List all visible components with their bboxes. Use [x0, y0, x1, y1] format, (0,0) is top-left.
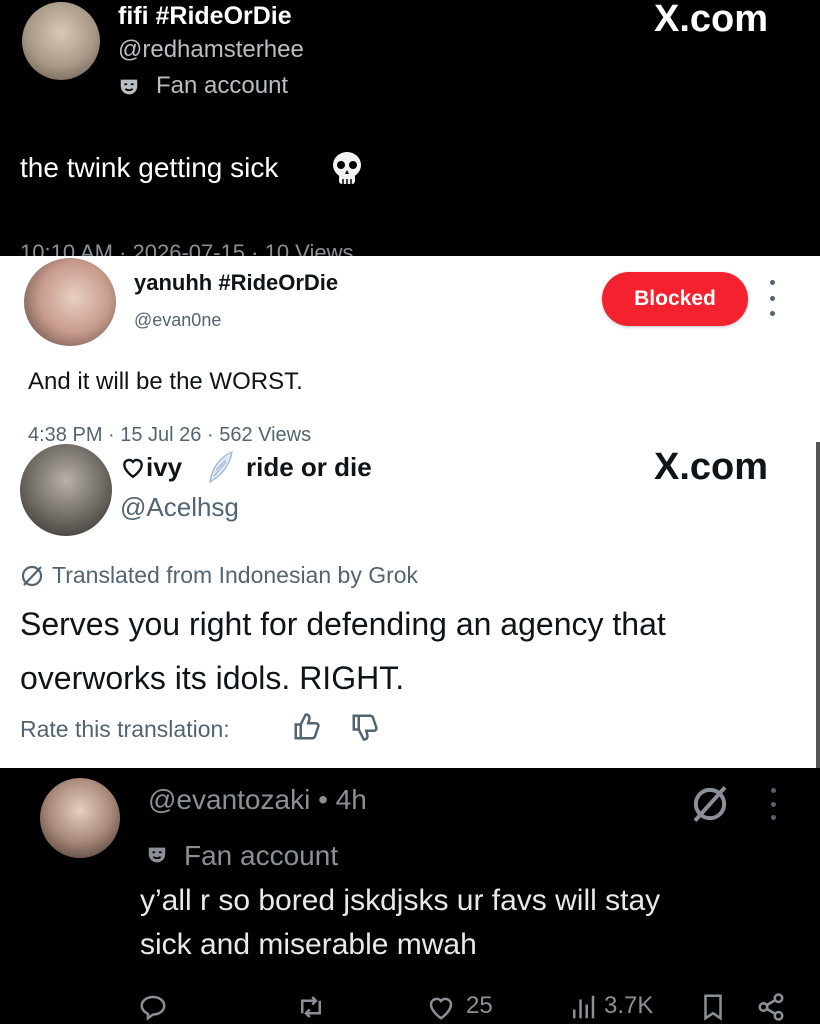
reply-icon[interactable]: [138, 992, 168, 1022]
tweet-meta: 10:10 AM · 2026-07-15 · 10 Views: [20, 240, 354, 256]
views-icon[interactable]: [568, 992, 598, 1022]
skull-emoji-icon: [333, 152, 361, 184]
more-options-icon[interactable]: [764, 280, 780, 316]
like-icon[interactable]: [426, 992, 456, 1022]
user-handle[interactable]: @Acelhsg: [120, 492, 239, 523]
like-count: 25: [466, 992, 493, 1019]
avatar[interactable]: [24, 258, 116, 346]
display-name[interactable]: fifi #RideOrDie: [118, 2, 292, 31]
thumbs-down-icon[interactable]: [350, 712, 380, 742]
thumbs-up-icon[interactable]: [292, 712, 322, 742]
user-handle[interactable]: @redhamsterhee: [118, 36, 304, 64]
tweet-card-yanuhh: yanuhh #RideOrDie @evan0ne Blocked And i…: [0, 256, 820, 442]
more-options-icon[interactable]: [766, 788, 780, 820]
rate-translation-label: Rate this translation:: [20, 716, 230, 742]
bookmark-icon[interactable]: [698, 992, 728, 1022]
blocked-button[interactable]: Blocked: [602, 272, 748, 326]
tweet-text-line1: Serves you right for defending an agency…: [20, 606, 666, 642]
grok-icon: [21, 565, 43, 587]
wing-emoji-icon: [209, 451, 233, 484]
avatar[interactable]: [20, 444, 112, 536]
tweet-card-ivy: ivy ride or die @Acelhsg X.com Translate…: [0, 442, 820, 768]
translated-label[interactable]: Translated from Indonesian by Grok: [52, 562, 418, 589]
tweet-card-fifi: fifi #RideOrDie @redhamsterhee Fan accou…: [0, 0, 820, 256]
tweet-text-line2: overworks its idols. RIGHT.: [20, 660, 405, 696]
display-name-part1[interactable]: ivy: [146, 452, 182, 483]
fan-account-mask-icon: [148, 847, 166, 863]
retweet-icon[interactable]: [296, 992, 326, 1022]
tweet-meta: 4:38 PM · 15 Jul 26 · 562 Views: [28, 424, 312, 442]
tweet-text-line2: sick and miserable mwah: [140, 928, 477, 961]
fan-account-label: Fan account: [184, 840, 339, 871]
display-name-part2[interactable]: ride or die: [246, 452, 372, 483]
avatar[interactable]: [22, 2, 100, 80]
avatar[interactable]: [40, 778, 120, 858]
view-count: 3.7K: [604, 992, 654, 1019]
display-name[interactable]: yanuhh #RideOrDie: [134, 270, 338, 296]
tweet-text: the twink getting sick: [20, 152, 279, 183]
tweet-text-line1: y’all r so bored jskdjsks ur favs will s…: [140, 884, 661, 917]
tweet-card-evantozaki: @evantozaki • 4h Fan account y’all r so …: [0, 768, 820, 1024]
share-icon[interactable]: [756, 992, 786, 1022]
heart-outline-icon: [123, 458, 143, 479]
user-handle-time[interactable]: @evantozaki • 4h: [148, 784, 367, 816]
grok-icon[interactable]: [690, 784, 730, 824]
tweet-text: And it will be the WORST.: [28, 368, 303, 395]
fan-account-mask-icon: [120, 79, 138, 95]
site-watermark: X.com: [654, 0, 769, 40]
site-watermark: X.com: [654, 446, 769, 488]
user-handle[interactable]: @evan0ne: [134, 310, 221, 331]
fan-account-label: Fan account: [156, 72, 289, 99]
